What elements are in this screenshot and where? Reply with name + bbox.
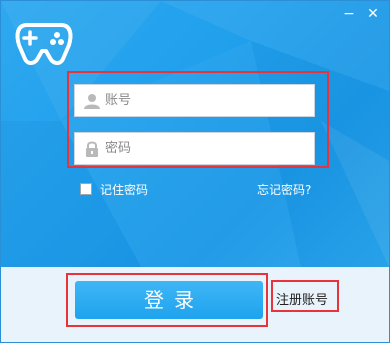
minimize-button[interactable]: − — [339, 5, 359, 23]
login-window: − ✕ 记住密码 忘记密码? 登录 注册账号 — [0, 0, 390, 343]
header-banner: − ✕ 记住密码 忘记密码? — [1, 1, 389, 267]
lock-icon — [86, 141, 98, 157]
remember-password[interactable]: 记住密码 — [80, 181, 148, 197]
account-input[interactable] — [105, 85, 305, 116]
password-input[interactable] — [105, 133, 305, 164]
remember-label: 记住密码 — [100, 182, 149, 197]
account-field[interactable] — [74, 84, 315, 117]
user-icon — [84, 94, 100, 109]
register-link[interactable]: 注册账号 — [276, 289, 328, 308]
gamepad-icon — [13, 15, 75, 71]
remember-checkbox[interactable] — [80, 183, 92, 195]
login-button[interactable]: 登录 — [75, 281, 263, 319]
password-field[interactable] — [74, 132, 315, 165]
forgot-password-link[interactable]: 忘记密码? — [257, 181, 311, 198]
close-button[interactable]: ✕ — [363, 5, 383, 23]
